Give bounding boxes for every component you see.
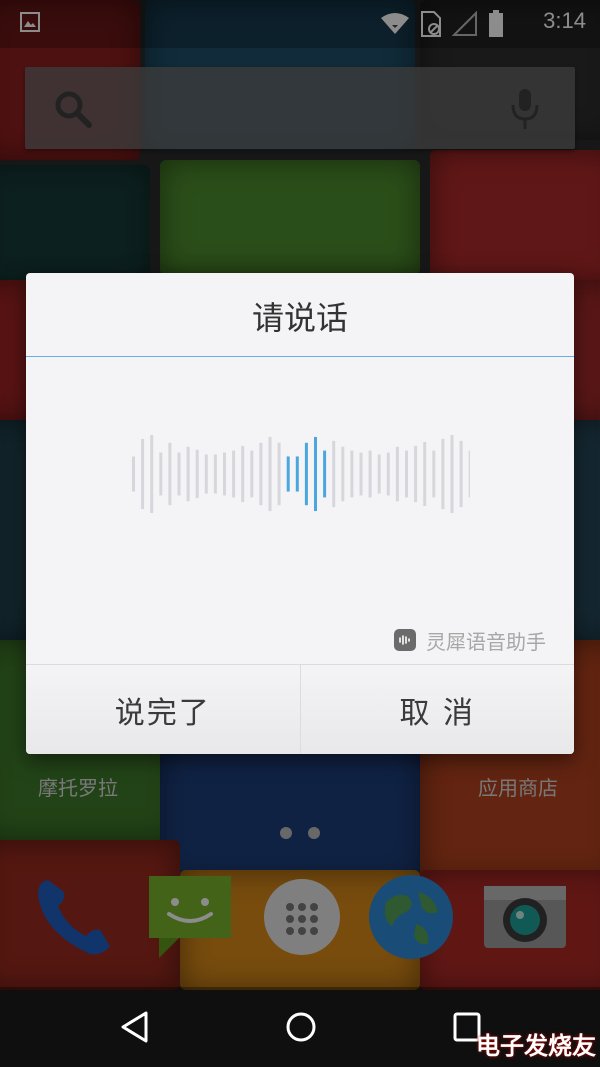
done-speaking-button[interactable]: 说完了 [26, 665, 300, 754]
waveform-bar [450, 435, 454, 513]
waveform-bar [414, 445, 418, 503]
waveform-bar [332, 440, 336, 508]
waveform-bar [386, 452, 390, 496]
waveform-bar [304, 442, 308, 506]
waveform-bar [204, 454, 208, 494]
waveform-bar [323, 450, 327, 498]
watermark: 电子发烧友 [476, 1032, 596, 1060]
cancel-button[interactable]: 取 消 [299, 665, 575, 754]
waveform-bar [195, 449, 199, 499]
waveform-bar [468, 450, 470, 498]
waveform-bar [441, 438, 445, 510]
waveform-bar [232, 450, 236, 498]
waveform-bar [268, 436, 272, 512]
waveform-bar [295, 456, 299, 492]
waveform-bar [241, 445, 245, 503]
waveform-bar [177, 452, 181, 496]
waveform-bar [259, 442, 263, 506]
waveform-bar [168, 442, 172, 506]
voice-assistant-brand: 灵犀语音助手 [394, 625, 546, 655]
waveform-bar [459, 440, 463, 508]
waveform-bar [141, 438, 145, 510]
waveform-bar [250, 450, 254, 498]
waveform-bar [405, 450, 408, 498]
waveform-bar [377, 454, 381, 494]
waveform-bar [395, 446, 399, 502]
waveform-bar [423, 442, 427, 506]
waveform-bar [223, 452, 226, 496]
waveform-bar [213, 454, 217, 494]
voice-assistant-label: 灵犀语音助手 [426, 629, 546, 654]
voice-input-dialog: 请说话 灵犀语音助手 说完了 取 消 [26, 273, 574, 754]
waveform-bar [350, 450, 354, 498]
waveform-bar [286, 456, 290, 492]
voice-waveform [132, 435, 470, 513]
waveform-bar [359, 452, 363, 496]
waveform-bar [132, 456, 135, 492]
navigation-bar: 电子发烧友 [0, 987, 600, 1067]
waveform-bar [277, 442, 281, 506]
waveform-bar [341, 446, 345, 502]
waveform-bar [159, 452, 163, 496]
waveform-bar [150, 435, 154, 513]
waveform-bar [368, 450, 372, 498]
back-button[interactable] [118, 1009, 152, 1045]
waveform-bar [314, 436, 317, 512]
voice-assistant-icon [394, 629, 416, 651]
dialog-button-bar: 说完了 取 消 [26, 664, 574, 754]
waveform-bar [186, 446, 190, 502]
dialog-title: 请说话 [26, 273, 574, 357]
home-button[interactable] [284, 1009, 318, 1045]
waveform-bar [432, 450, 436, 498]
